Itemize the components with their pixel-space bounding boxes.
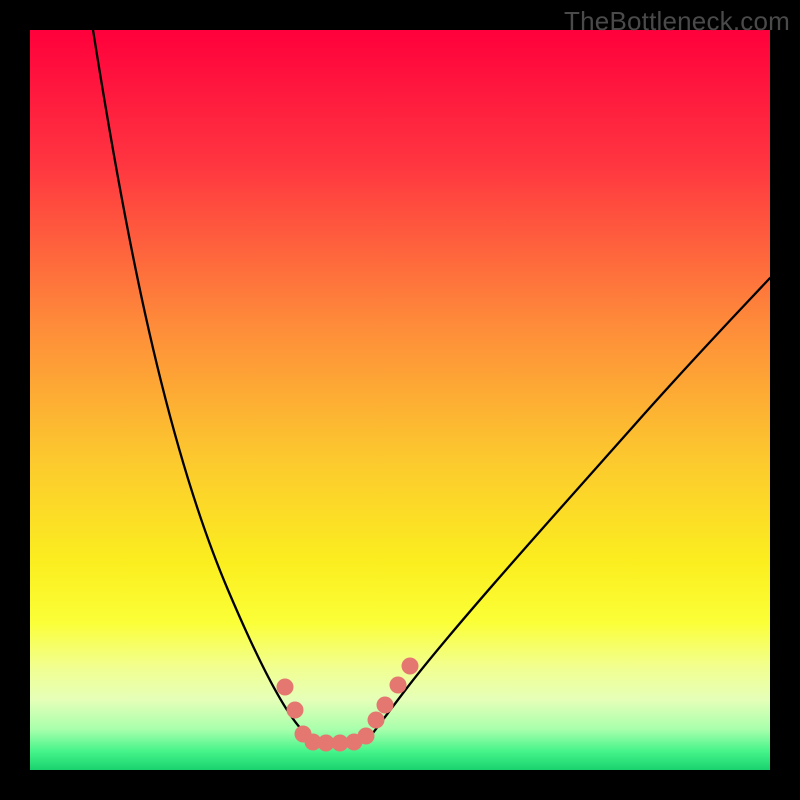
data-marker <box>390 677 407 694</box>
watermark-text: TheBottleneck.com <box>564 6 790 37</box>
data-marker <box>287 702 304 719</box>
data-marker <box>358 728 375 745</box>
curve-right <box>366 278 770 742</box>
data-marker <box>402 658 419 675</box>
data-marker <box>377 697 394 714</box>
curve-left <box>93 30 310 742</box>
data-markers <box>277 658 419 752</box>
chart-plot <box>30 30 770 770</box>
data-marker <box>368 712 385 729</box>
chart-frame <box>30 30 770 770</box>
data-marker <box>277 679 294 696</box>
